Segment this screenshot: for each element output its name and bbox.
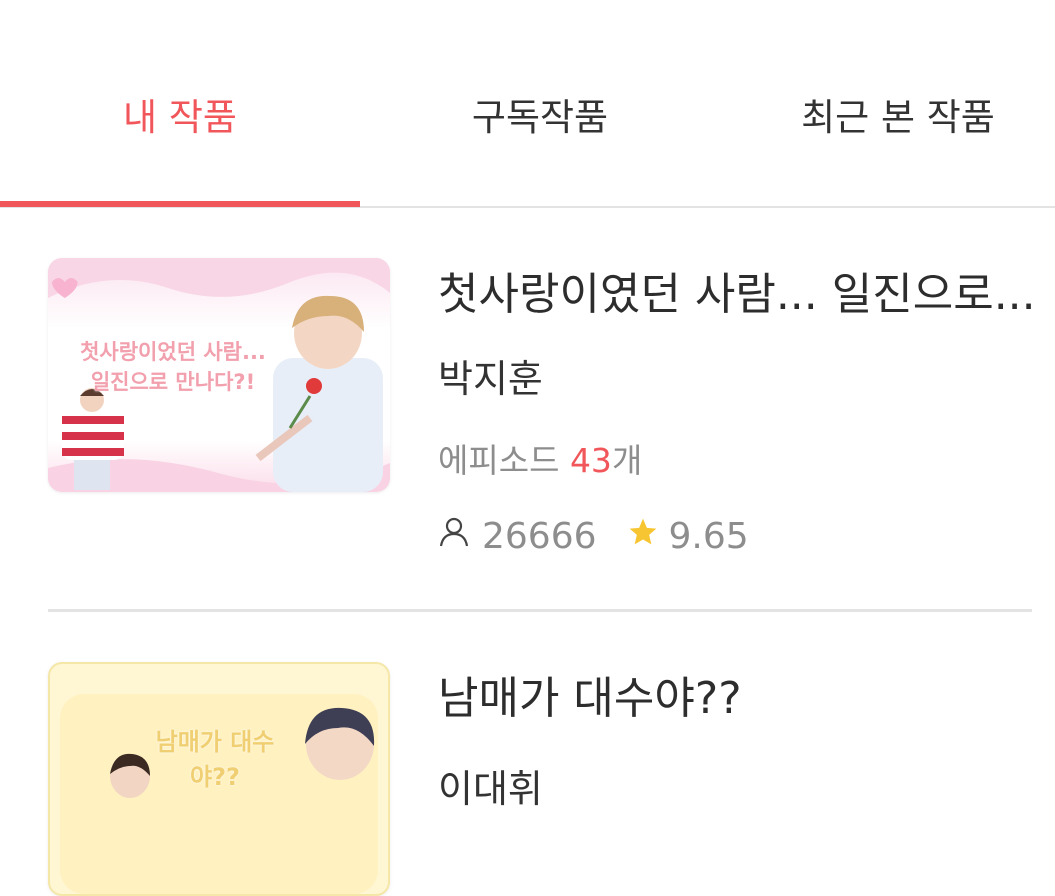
work-author: 박지훈 xyxy=(438,357,543,401)
person-icon xyxy=(438,516,470,557)
tab-bar: 내 작품 구독작품 최근 본 작품 xyxy=(0,0,1055,208)
tab-subscribed-works[interactable]: 구독작품 xyxy=(360,88,720,148)
view-count: 26666 xyxy=(482,516,597,557)
list-divider xyxy=(48,609,1032,612)
thumbnail-text: 첫사랑이었던 사람... 일진으로 만나다?! xyxy=(80,340,266,394)
episode-count: 에피소드 43개 xyxy=(438,434,642,482)
rating-value: 9.65 xyxy=(668,516,749,557)
work-thumbnail[interactable]: 남매가 대수야?? xyxy=(48,662,390,896)
work-item[interactable]: 남매가 대수야?? 남매가 대수야?? 이대휘 xyxy=(48,662,1032,896)
tab-my-works[interactable]: 내 작품 xyxy=(0,88,360,148)
work-thumbnail[interactable]: 첫사랑이었던 사람... 일진으로 만나다?! xyxy=(48,258,390,492)
episode-number: 43 xyxy=(569,441,612,480)
star-icon xyxy=(627,516,659,557)
work-item[interactable]: 첫사랑이었던 사람... 일진으로 만나다?! 첫사랑이였던 사람... 일진으… xyxy=(48,258,1036,588)
episode-label: 에피소드 xyxy=(438,441,570,480)
work-title[interactable]: 첫사랑이였던 사람... 일진으로... xyxy=(438,258,1036,322)
work-stats: 26666 9.65 xyxy=(438,516,749,557)
active-tab-indicator xyxy=(0,201,360,207)
episode-unit: 개 xyxy=(611,441,643,480)
work-title[interactable]: 남매가 대수야?? xyxy=(438,662,742,726)
tab-recently-viewed[interactable]: 최근 본 작품 xyxy=(718,88,1055,148)
work-author: 이대휘 xyxy=(438,767,543,811)
thumbnail-text: 남매가 대수야?? xyxy=(155,728,275,791)
